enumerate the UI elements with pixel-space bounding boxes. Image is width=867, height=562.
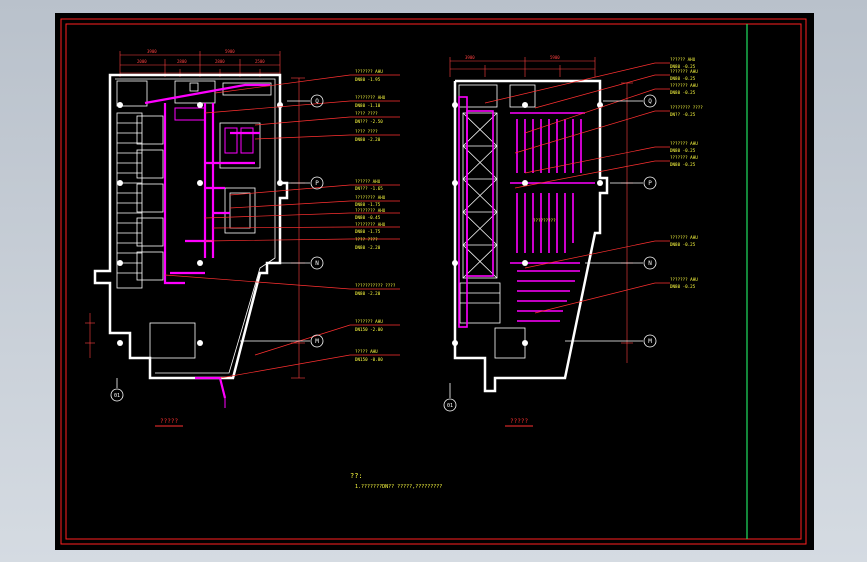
right-leader-1-a: ?????? AHU [670, 57, 696, 62]
svg-text:3900: 3900 [465, 55, 475, 60]
left-grid-m: M [315, 338, 319, 345]
left-plan-title: ????? [160, 418, 178, 425]
right-plan-title: ????? [510, 418, 528, 425]
notes-heading: ??: [350, 472, 363, 480]
left-leader-4-a: ???? ???? [355, 129, 378, 134]
right-leader-3-a: ??????? AHU [670, 83, 698, 88]
right-grid-m: M [648, 338, 652, 345]
right-leader-6-b: DN80 -0.25 [670, 162, 696, 167]
left-leader-7-a: ???????? AHU [355, 208, 386, 213]
right-leader-8-a: ??????? AHU [670, 277, 698, 282]
cad-viewport: 3900 5900 2000 2800 2800 2500 ??????? AH… [0, 0, 867, 562]
left-leader-8-a: ???????? AHU [355, 222, 386, 227]
svg-text:2000: 2000 [137, 59, 147, 64]
left-leader-2-b: DN80 -1.10 [355, 103, 381, 108]
right-leader-2-b: DN80 -0.25 [670, 76, 696, 81]
svg-text:5900: 5900 [550, 55, 560, 60]
left-leader-8-b: DN80 -1.75 [355, 229, 381, 234]
left-leader-1-b: DN80 -1.95 [355, 77, 381, 82]
left-leader-12-a: ????? AHU [355, 349, 378, 354]
left-leader-3-a: ???? ???? [355, 111, 378, 116]
right-center-note: ????????? [533, 218, 556, 223]
left-leader-11-a: ??????? AHU [355, 319, 383, 324]
drawing-sheet: 3900 5900 2000 2800 2800 2500 ??????? AH… [60, 18, 807, 545]
left-leader-5-a: ?????? AHU [355, 179, 381, 184]
right-grid-01: 01 [447, 403, 453, 409]
left-leader-5-b: DN??? -1.65 [355, 186, 383, 191]
svg-text:3900: 3900 [147, 49, 157, 54]
notes-line-1: 1.???????DN?? ?????,????????? [355, 484, 442, 490]
left-leader-12-b: DN150 -0.80 [355, 357, 383, 362]
left-leader-6-b: DN80 -1.75 [355, 202, 381, 207]
right-leader-5-a: ??????? AHU [670, 141, 698, 146]
left-leader-11-b: DN150 -2.00 [355, 327, 383, 332]
left-leader-3-b: DN??? -2.50 [355, 119, 383, 124]
right-leader-7-b: DN80 -0.25 [670, 242, 696, 247]
left-leader-1-a: ??????? AHU [355, 69, 383, 74]
svg-text:2800: 2800 [177, 59, 187, 64]
right-plan: 3900 5900 ?????? AHU DN80 -0.25 ??????? … [443, 55, 703, 427]
right-leader-5-b: DN80 -0.25 [670, 148, 696, 153]
svg-text:2500: 2500 [255, 59, 265, 64]
right-leader-4-a: ???????? ???? [670, 105, 703, 110]
right-grid-p: P [648, 180, 652, 187]
right-leader-4-b: DN?? -0.25 [670, 112, 696, 117]
right-leader-3-b: DN80 -0.25 [670, 90, 696, 95]
right-grid-q: Q [648, 98, 652, 105]
right-leader-2-a: ??????? AHU [670, 69, 698, 74]
right-leader-7-a: ??????? AHU [670, 235, 698, 240]
left-leader-6-a: ???????? AHU [355, 195, 386, 200]
svg-text:5900: 5900 [225, 49, 235, 54]
left-leader-4-b: DN80 -2.20 [355, 137, 381, 142]
left-leader-9-a: ???? ???? [355, 237, 378, 242]
left-grid-n: N [315, 260, 319, 267]
left-leader-7-b: DN80 -0.45 [355, 215, 381, 220]
left-plan: 3900 5900 2000 2800 2800 2500 ??????? AH… [85, 49, 400, 427]
left-grid-q: Q [315, 98, 319, 105]
notes-block: ??: 1.???????DN?? ?????,????????? [350, 472, 442, 490]
left-leader-10-a: ??????????? ???? [355, 283, 396, 288]
left-leader-9-b: DN80 -2.20 [355, 245, 381, 250]
right-leader-6-a: ??????? AHU [670, 155, 698, 160]
left-leader-10-b: DN80 -2.20 [355, 291, 381, 296]
right-grid-n: N [648, 260, 652, 267]
svg-text:2800: 2800 [215, 59, 225, 64]
left-leader-2-a: ???????? AHU [355, 95, 386, 100]
left-grid-01: 01 [114, 393, 120, 399]
right-leader-8-b: DN80 -0.25 [670, 284, 696, 289]
left-grid-p: P [315, 180, 319, 187]
drawing-canvas[interactable]: 3900 5900 2000 2800 2800 2500 ??????? AH… [55, 13, 814, 550]
